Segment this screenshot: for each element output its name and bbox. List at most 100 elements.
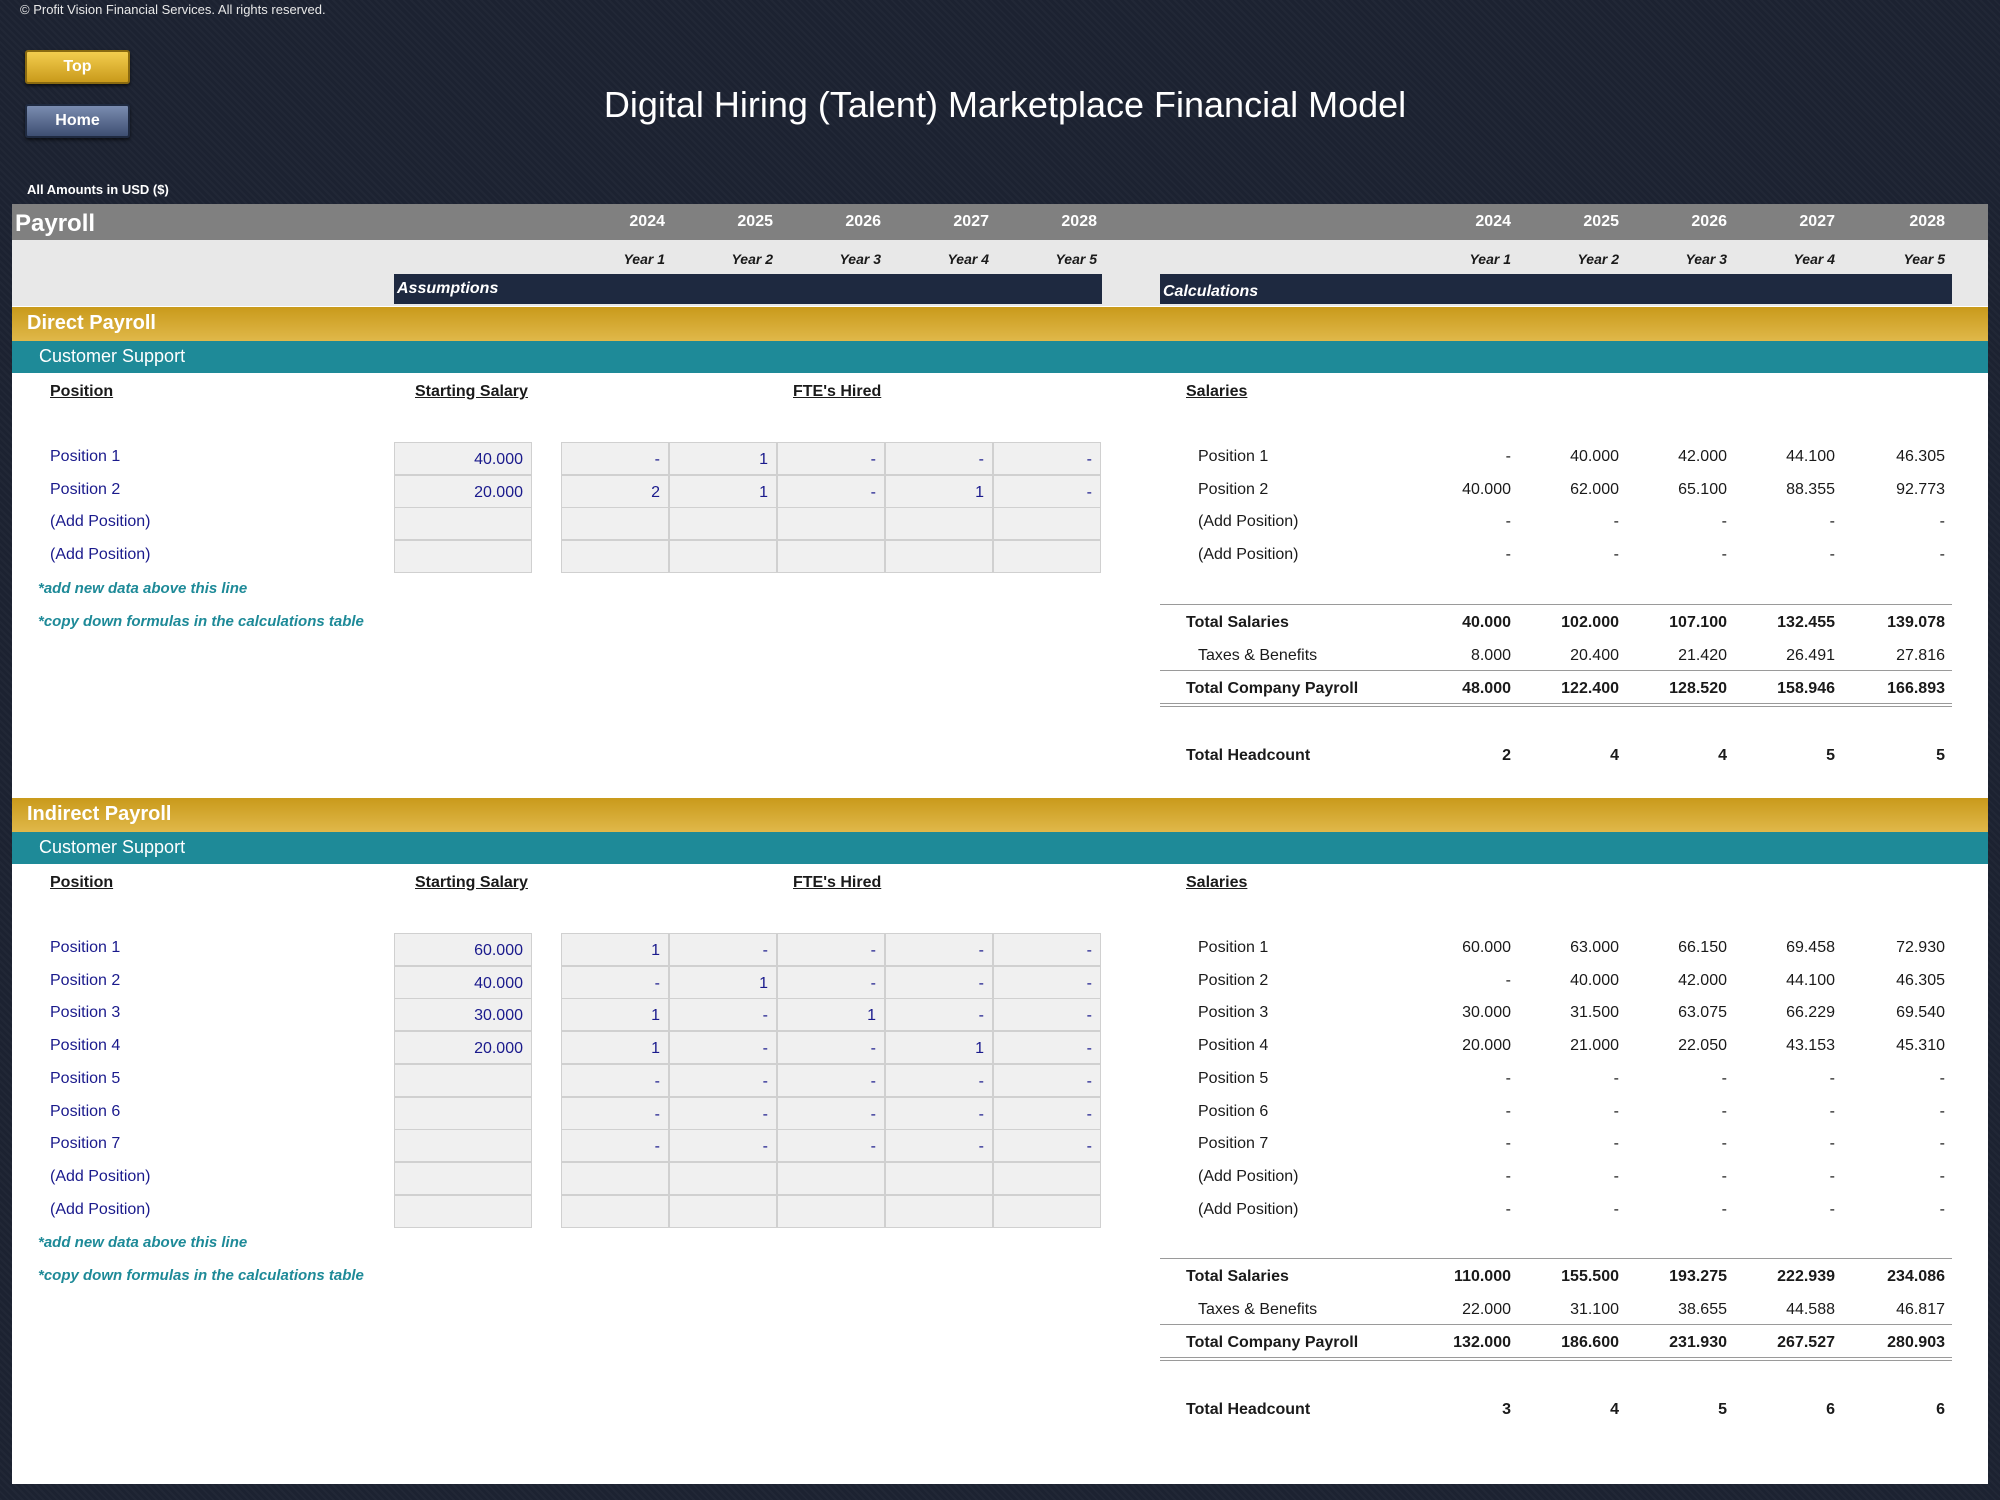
starting-salary-input[interactable]: 40.000 (394, 965, 532, 999)
position-input-label[interactable]: Position 1 (50, 448, 120, 466)
position-input-label[interactable]: Position 5 (50, 1070, 120, 1088)
fte-hired-input[interactable]: - (885, 998, 993, 1032)
fte-hired-input[interactable]: - (669, 1096, 777, 1130)
fte-hired-input[interactable]: - (993, 965, 1101, 999)
fte-hired-input[interactable] (993, 1161, 1101, 1195)
starting-salary-input[interactable]: 30.000 (394, 998, 532, 1032)
top-button[interactable]: Top (25, 50, 130, 84)
total-company-payroll-value: 128.520 (1669, 679, 1727, 697)
position-input-label[interactable]: Position 4 (50, 1037, 120, 1055)
fte-hired-input[interactable] (777, 1194, 885, 1228)
fte-hired-input[interactable]: - (669, 1031, 777, 1065)
fte-hired-input[interactable]: 1 (669, 442, 777, 475)
starting-salary-input[interactable] (394, 540, 532, 574)
fte-hired-input[interactable]: 1 (885, 1031, 993, 1065)
fte-hired-input[interactable] (561, 1194, 669, 1228)
fte-hired-input[interactable]: - (561, 1129, 669, 1163)
total-headcount-label: Total Headcount (1186, 1401, 1311, 1419)
fte-hired-input[interactable]: - (885, 442, 993, 475)
fte-hired-input[interactable]: - (993, 474, 1101, 508)
fte-hired-input[interactable]: - (561, 1096, 669, 1130)
fte-hired-input[interactable]: - (993, 1063, 1101, 1097)
position-input-label[interactable]: Position 7 (50, 1135, 120, 1153)
position-input-label[interactable]: Position 2 (50, 481, 120, 499)
fte-hired-input[interactable]: 2 (561, 474, 669, 508)
payroll-double-underline (1160, 702, 1952, 707)
starting-salary-input[interactable]: 20.000 (394, 1031, 532, 1065)
fte-hired-input[interactable] (885, 1194, 993, 1228)
position-input-label[interactable]: (Add Position) (50, 513, 151, 531)
fte-hired-input[interactable]: 1 (561, 998, 669, 1032)
fte-hired-input[interactable] (777, 1161, 885, 1195)
fte-hired-input[interactable]: - (669, 1129, 777, 1163)
fte-hired-input[interactable] (885, 507, 993, 541)
fte-hired-input[interactable] (777, 540, 885, 574)
fte-hired-input[interactable]: 1 (669, 474, 777, 508)
fte-hired-input[interactable]: - (777, 474, 885, 508)
position-input-label[interactable]: Position 1 (50, 939, 120, 957)
fte-hired-input[interactable] (669, 540, 777, 574)
fte-hired-input[interactable] (993, 540, 1101, 574)
position-input-label[interactable]: (Add Position) (50, 546, 151, 564)
fte-hired-input[interactable] (669, 1194, 777, 1228)
position-input-label[interactable]: (Add Position) (50, 1168, 151, 1186)
fte-hired-input[interactable] (885, 540, 993, 574)
starting-salary-input[interactable]: 60.000 (394, 933, 532, 966)
starting-salary-input[interactable] (394, 507, 532, 541)
fte-hired-input[interactable]: - (669, 933, 777, 966)
fte-hired-input[interactable]: - (885, 1096, 993, 1130)
fte-hired-input[interactable] (561, 507, 669, 541)
starting-salary-input[interactable] (394, 1194, 532, 1228)
position-input-label[interactable]: Position 3 (50, 1004, 120, 1022)
fte-hired-input[interactable]: - (993, 1129, 1101, 1163)
starting-salary-input[interactable] (394, 1161, 532, 1195)
fte-hired-input[interactable]: - (777, 1063, 885, 1097)
fte-hired-input[interactable]: - (777, 965, 885, 999)
fte-hired-input[interactable] (885, 1161, 993, 1195)
position-input-label[interactable]: (Add Position) (50, 1201, 151, 1219)
position-input-label[interactable]: Position 6 (50, 1103, 120, 1121)
salary-value: 42.000 (1678, 448, 1727, 465)
fte-hired-input[interactable]: - (777, 1096, 885, 1130)
fte-hired-input[interactable] (669, 1161, 777, 1195)
fte-hired-input[interactable]: - (885, 1129, 993, 1163)
fte-hired-input[interactable]: 1 (885, 474, 993, 508)
total-headcount-value: 3 (1502, 1401, 1511, 1419)
fte-hired-input[interactable]: 1 (561, 1031, 669, 1065)
starting-salary-input[interactable]: 40.000 (394, 442, 532, 475)
fte-hired-input[interactable] (669, 507, 777, 541)
home-button[interactable]: Home (25, 104, 130, 138)
fte-hired-input[interactable]: 1 (777, 998, 885, 1032)
position-input-label[interactable]: Position 2 (50, 972, 120, 990)
starting-salary-input[interactable] (394, 1063, 532, 1097)
fte-hired-input[interactable]: 1 (561, 933, 669, 966)
fte-hired-input[interactable]: - (993, 1031, 1101, 1065)
fte-hired-input[interactable]: - (777, 1031, 885, 1065)
fte-hired-input[interactable]: - (777, 442, 885, 475)
fte-hired-input[interactable]: - (777, 933, 885, 966)
fte-hired-input[interactable]: - (885, 1063, 993, 1097)
fte-hired-input[interactable]: - (993, 442, 1101, 475)
fte-hired-input[interactable]: - (993, 1096, 1101, 1130)
fte-hired-input[interactable]: - (561, 1063, 669, 1097)
fte-hired-input[interactable]: - (669, 998, 777, 1032)
fte-hired-input[interactable] (993, 507, 1101, 541)
fte-hired-input[interactable] (561, 1161, 669, 1195)
starting-salary-input[interactable] (394, 1096, 532, 1130)
fte-hired-input[interactable]: - (993, 998, 1101, 1032)
fte-hired-input[interactable]: - (561, 965, 669, 999)
fte-hired-input[interactable]: - (885, 933, 993, 966)
fte-hired-input[interactable]: - (993, 933, 1101, 966)
fte-hired-input[interactable]: - (885, 965, 993, 999)
fte-hired-input[interactable]: 1 (669, 965, 777, 999)
starting-salary-input[interactable] (394, 1129, 532, 1163)
starting-salary-input[interactable]: 20.000 (394, 474, 532, 508)
salary-row-label: (Add Position) (1198, 1200, 1299, 1218)
fte-hired-input[interactable]: - (669, 1063, 777, 1097)
fte-hired-input[interactable]: - (777, 1129, 885, 1163)
fte-hired-input[interactable]: - (561, 442, 669, 475)
total-headcount-value: 5 (1936, 746, 1945, 764)
fte-hired-input[interactable] (993, 1194, 1101, 1228)
fte-hired-input[interactable] (777, 507, 885, 541)
fte-hired-input[interactable] (561, 540, 669, 574)
